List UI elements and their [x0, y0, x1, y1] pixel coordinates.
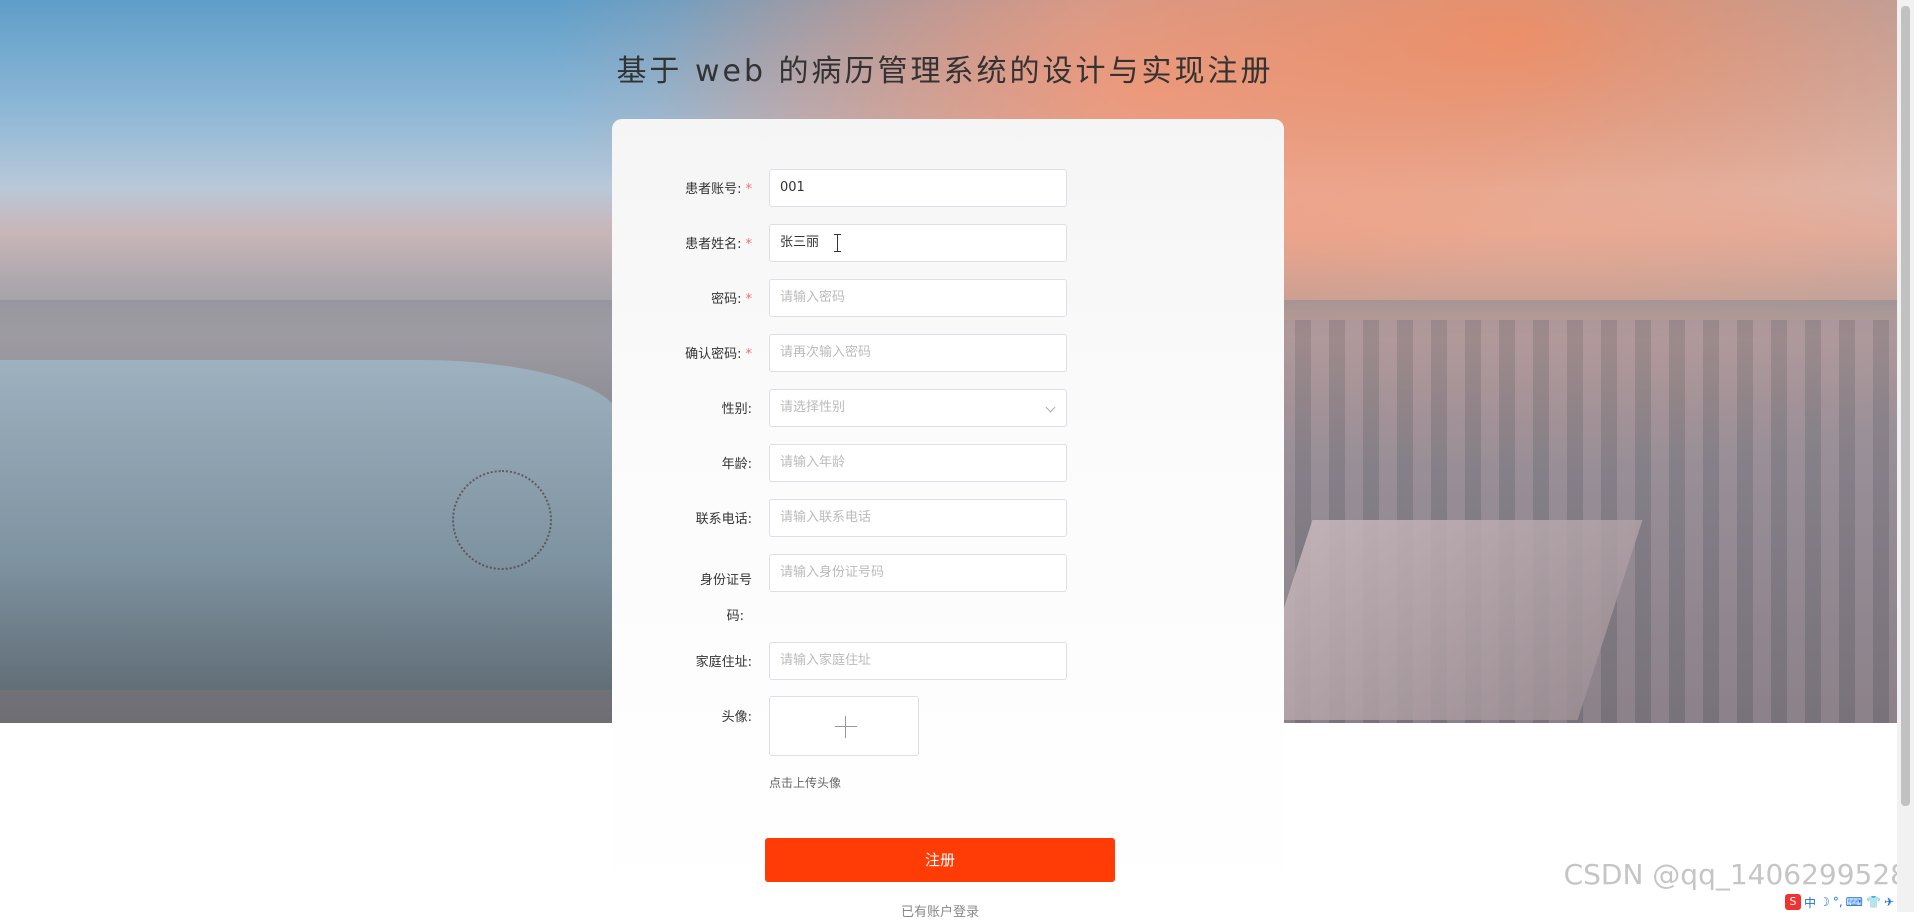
- tools-icon[interactable]: ✈: [1884, 895, 1894, 909]
- register-button[interactable]: 注册: [765, 838, 1115, 882]
- upload-hint: 点击上传头像: [769, 776, 842, 790]
- watermark: CSDN @qq_1406299528: [1563, 858, 1908, 891]
- required-mark: *: [745, 182, 753, 197]
- punctuation-icon[interactable]: °,: [1833, 895, 1843, 909]
- gender-select-placeholder: 请选择性别: [780, 400, 846, 415]
- name-input-value: 张三丽: [780, 235, 820, 250]
- phone-input[interactable]: 请输入联系电话: [769, 499, 1067, 537]
- text-cursor-icon: [834, 234, 842, 252]
- plus-icon: [835, 716, 857, 738]
- confirm-password-input[interactable]: 请再次输入密码: [769, 334, 1067, 372]
- field-label-password: 密码: *: [711, 292, 753, 307]
- ime-mode-chinese[interactable]: 中: [1804, 894, 1816, 911]
- avatar-upload[interactable]: [769, 696, 919, 756]
- keyboard-icon[interactable]: ⌨: [1846, 895, 1863, 909]
- stadium: [1247, 520, 1643, 720]
- required-mark: *: [745, 237, 753, 252]
- field-label-name: 患者姓名: *: [685, 237, 753, 252]
- field-label-address: 家庭住址:: [695, 655, 752, 670]
- page-title: 基于 web 的病历管理系统的设计与实现注册: [616, 54, 1274, 89]
- field-label-age: 年龄:: [721, 457, 752, 472]
- field-label-confirm-password: 确认密码: *: [685, 347, 753, 362]
- field-label-gender: 性别:: [721, 402, 752, 417]
- address-input[interactable]: 请输入家庭住址: [769, 642, 1067, 680]
- gender-select[interactable]: 请选择性别: [769, 389, 1067, 427]
- scrollbar[interactable]: [1897, 0, 1914, 912]
- scrollbar-thumb[interactable]: [1901, 6, 1910, 806]
- register-form-card: 患者账号: * 001 患者姓名: * 张三丽 密码: * 请输入密码 确认密码: * …: [612, 119, 1284, 920]
- id-number-input[interactable]: 请输入身份证号码: [769, 554, 1067, 592]
- name-input[interactable]: 张三丽: [769, 224, 1067, 262]
- required-mark: *: [745, 347, 753, 362]
- ferris-wheel: [452, 470, 552, 570]
- field-label-account: 患者账号: *: [685, 182, 753, 197]
- chevron-down-icon: [1045, 402, 1056, 413]
- moon-icon[interactable]: ☽: [1819, 895, 1830, 909]
- login-link[interactable]: 已有账户登录: [765, 901, 1115, 920]
- field-label-id-number: 身份证号 码:: [699, 573, 752, 624]
- password-input[interactable]: 请输入密码: [769, 279, 1067, 317]
- required-mark: *: [745, 292, 753, 307]
- sogou-icon[interactable]: S: [1785, 894, 1802, 910]
- account-input[interactable]: 001: [769, 169, 1067, 207]
- ime-toolbar: S 中 ☽ °, ⌨ 👕 ✈: [1785, 893, 1894, 911]
- skin-icon[interactable]: 👕: [1866, 895, 1881, 909]
- field-label-phone: 联系电话:: [695, 512, 752, 527]
- field-label-avatar: 头像:: [721, 710, 752, 725]
- age-input[interactable]: 请输入年龄: [769, 444, 1067, 482]
